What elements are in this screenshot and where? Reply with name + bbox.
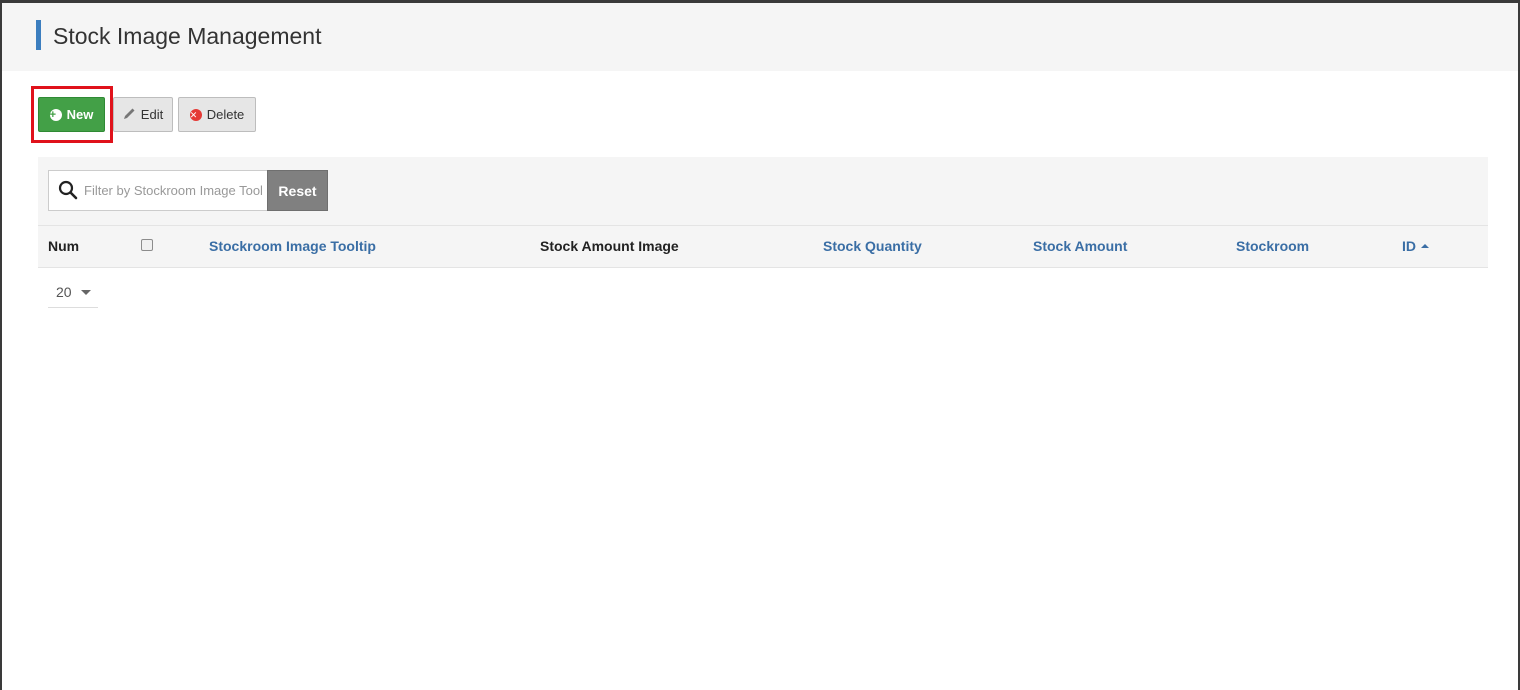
edit-button[interactable]: Edit xyxy=(113,97,173,132)
search-input[interactable] xyxy=(82,171,264,210)
title-accent-bar xyxy=(36,20,41,50)
column-header-num: Num xyxy=(48,238,80,254)
column-header-stockroom[interactable]: Stockroom xyxy=(1236,238,1309,254)
column-header-stock-quantity[interactable]: Stock Quantity xyxy=(823,238,922,254)
column-header-id[interactable]: ID xyxy=(1402,238,1429,254)
plus-circle-icon: + xyxy=(49,108,62,121)
delete-button[interactable]: ✕ Delete xyxy=(178,97,256,132)
edit-button-label: Edit xyxy=(140,107,164,122)
new-button-label: New xyxy=(66,107,94,122)
page-title: Stock Image Management xyxy=(53,23,322,49)
column-header-id-label: ID xyxy=(1402,238,1416,254)
page-size-value: 20 xyxy=(56,283,72,300)
delete-circle-icon: ✕ xyxy=(189,108,202,121)
sort-ascending-icon xyxy=(1421,244,1429,248)
chevron-down-icon xyxy=(81,290,91,295)
new-button[interactable]: + New xyxy=(38,97,105,132)
page-size-select[interactable]: 20 xyxy=(48,276,98,308)
search-icon xyxy=(58,180,78,200)
delete-button-label: Delete xyxy=(206,107,245,122)
column-header-stock-amount[interactable]: Stock Amount xyxy=(1033,238,1127,254)
select-all-checkbox[interactable] xyxy=(141,239,153,251)
column-header-stock-amount-image: Stock Amount Image xyxy=(540,238,679,254)
pencil-icon xyxy=(123,107,136,123)
reset-button[interactable]: Reset xyxy=(267,170,328,211)
column-header-stockroom-image-tooltip[interactable]: Stockroom Image Tooltip xyxy=(209,238,376,254)
